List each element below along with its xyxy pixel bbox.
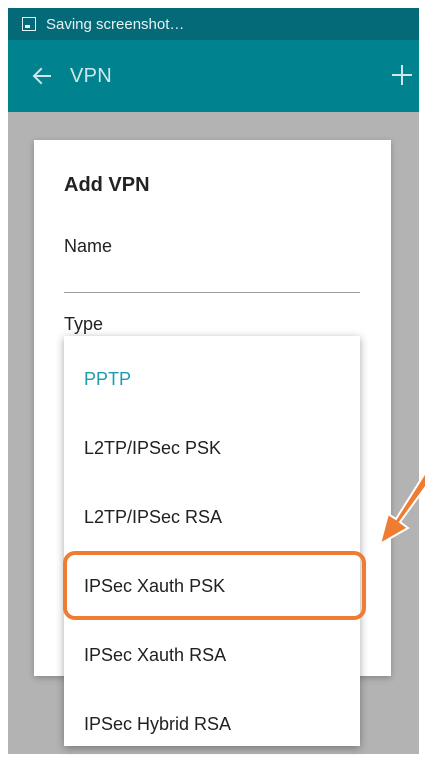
arrow-annotation: [380, 471, 425, 546]
option-ipsec-xauth-rsa[interactable]: IPSec Xauth RSA: [64, 627, 360, 683]
type-label: Type: [64, 314, 104, 334]
plus-icon[interactable]: [391, 64, 413, 86]
option-l2tp-ipsec-rsa[interactable]: L2TP/IPSec RSA: [64, 489, 360, 545]
status-text: Saving screenshot…: [46, 15, 185, 33]
app-bar: VPN: [8, 40, 419, 112]
status-bar: Saving screenshot…: [8, 8, 419, 40]
name-input[interactable]: [64, 292, 360, 293]
screenshot-icon: [22, 17, 36, 31]
option-ipsec-hybrid-rsa[interactable]: IPSec Hybrid RSA: [64, 696, 360, 746]
name-label: Name: [64, 236, 113, 256]
dialog-title: Add VPN: [64, 174, 150, 196]
vpn-type-dropdown[interactable]: PPTP L2TP/IPSec PSK L2TP/IPSec RSA IPSec…: [64, 336, 360, 746]
arrow-left-icon[interactable]: [30, 64, 54, 88]
highlight-box: [63, 551, 366, 620]
page-title: VPN: [70, 64, 113, 87]
option-l2tp-ipsec-psk[interactable]: L2TP/IPSec PSK: [64, 420, 360, 476]
option-pptp[interactable]: PPTP: [64, 351, 360, 407]
